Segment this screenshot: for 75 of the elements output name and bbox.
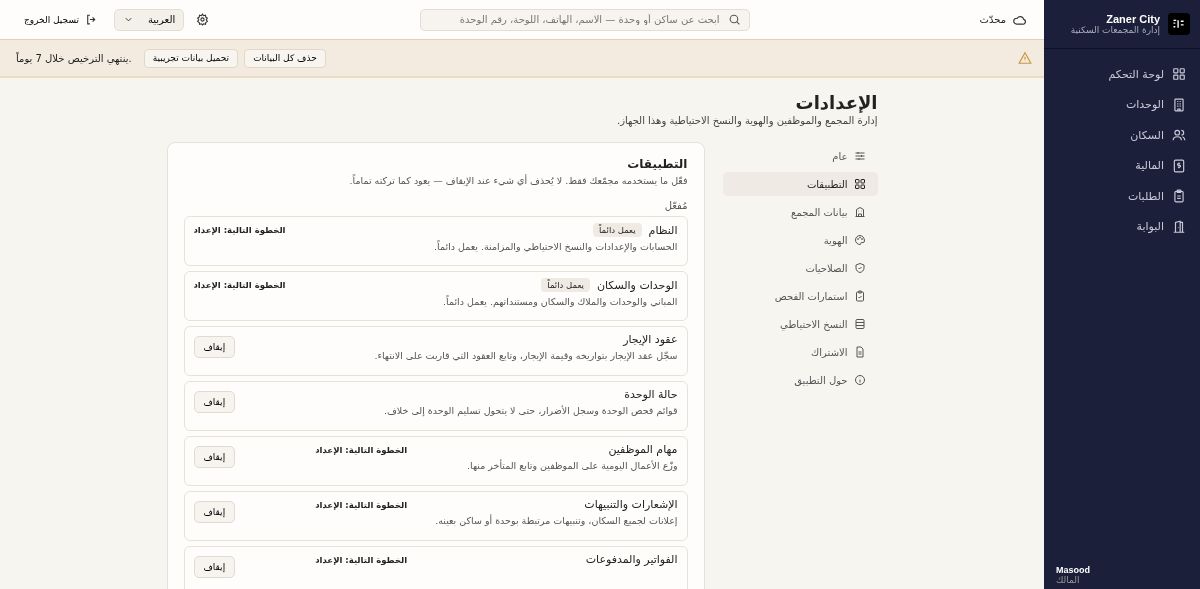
- brand-name: Zaner City: [1106, 13, 1160, 25]
- settings-nav-item[interactable]: عام: [722, 144, 878, 168]
- settings-nav-item[interactable]: النسخ الاحتياطي: [722, 312, 878, 336]
- sidebar-item[interactable]: السكان: [1044, 120, 1200, 151]
- next-step-label: الخطوة التالية: الإعداد: [193, 280, 286, 290]
- app-name: الوحدات والسكان: [596, 278, 678, 292]
- app-name: النظام: [648, 223, 678, 237]
- users-icon: [1172, 128, 1186, 143]
- section-label: مُفعّل: [663, 200, 688, 211]
- grid-icon: [853, 178, 866, 190]
- info-icon: [853, 374, 866, 386]
- next-step-label: الخطوة التالية: الإعداد: [193, 225, 286, 235]
- banner-button[interactable]: تحميل بيانات تجريبية: [143, 48, 239, 68]
- sync-status: محدّث: [979, 14, 1006, 25]
- app-name: عقود الإيجار: [623, 333, 678, 346]
- app-name: حالة الوحدة: [624, 388, 678, 401]
- clipboard-icon: [853, 290, 866, 302]
- settings-icon: [196, 13, 210, 26]
- page-title: الإعدادات: [794, 92, 878, 113]
- app-name: الفواتير والمدفوعات: [585, 553, 678, 566]
- sliders-icon: [853, 150, 866, 162]
- panel-description: فعّل ما يستخدمه مجمّعك فقط. لا يُحذف أي شيء عند الإيقاف — يعود كما تركته تماماً.: [348, 175, 688, 186]
- sidebar-item[interactable]: لوحة التحكم: [1044, 59, 1200, 90]
- always-on-badge: يعمل دائماً: [593, 223, 642, 237]
- brand-subtitle: إدارة المجمعات السكنية: [1070, 25, 1160, 35]
- logout-icon: [84, 13, 98, 26]
- file-icon: [853, 346, 866, 358]
- settings-nav-item[interactable]: حول التطبيق: [722, 368, 878, 392]
- logo-icon: [1168, 13, 1190, 35]
- building-icon: [853, 206, 866, 218]
- clipboard-icon: [1172, 189, 1186, 204]
- app-description: إعلانات لجميع السكان، وتنبيهات مرتبطة بوحدة أو ساكن بعينه.: [434, 515, 678, 526]
- user-name: Masood: [1056, 565, 1090, 575]
- logout-button[interactable]: تسجيل الخروج: [18, 12, 104, 27]
- sidebar-item[interactable]: البوابة: [1044, 211, 1200, 242]
- user-role: المالك: [1056, 575, 1080, 585]
- disable-button[interactable]: إيقاف: [193, 391, 236, 413]
- app-description: الحسابات والإعدادات والنسخ الاحتياطي والمزامنة. يعمل دائماً.: [433, 241, 678, 252]
- search-icon: [727, 13, 741, 26]
- settings-nav-item[interactable]: الصلاحيات: [722, 256, 878, 280]
- panel-title: التطبيقات: [626, 157, 688, 171]
- palette-icon: [853, 234, 866, 246]
- settings-nav-item[interactable]: استمارات الفحص: [722, 284, 878, 308]
- app-description: قوائم فحص الوحدة وسجل الأضرار، حتى لا يتحول تسليم الوحدة إلى خلاف.: [382, 405, 678, 416]
- disable-button[interactable]: إيقاف: [193, 446, 236, 468]
- app-name: مهام الموظفين: [608, 443, 678, 456]
- always-on-badge: يعمل دائماً: [541, 278, 590, 292]
- next-step-label: الخطوة التالية: الإعداد: [315, 555, 408, 565]
- license-message: ينتهي الترخيص خلال 7 يوماً.: [16, 52, 132, 64]
- banner-button[interactable]: حذف كل البيانات: [244, 48, 326, 68]
- settings-nav-item[interactable]: التطبيقات: [722, 172, 878, 196]
- app-name: الإشعارات والتنبيهات: [584, 498, 678, 511]
- database-icon: [853, 318, 866, 330]
- next-step-label: الخطوة التالية: الإعداد: [315, 500, 408, 510]
- language-select[interactable]: العربية: [113, 8, 185, 31]
- sidebar-item[interactable]: الوحدات: [1044, 89, 1200, 120]
- settings-nav-item[interactable]: الهوية: [722, 228, 878, 252]
- app-description: المباني والوحدات والملاك والسكان ومستنداتهم. يعمل دائماً.: [442, 296, 678, 307]
- page-subtitle: إدارة المجمع والموظفين والهوية والنسخ الاحتياطية وهذا الجهاز.: [615, 115, 878, 126]
- app-description: سجّل عقد الإيجار بتواريخه وقيمة الإيجار، وتابع العقود التي قاربت على الانتهاء.: [373, 350, 678, 361]
- settings-nav-item[interactable]: الاشتراك: [722, 340, 878, 364]
- next-step-label: الخطوة التالية: الإعداد: [315, 445, 408, 455]
- disable-button[interactable]: إيقاف: [193, 501, 236, 523]
- grid-icon: [1172, 67, 1186, 82]
- disable-button[interactable]: إيقاف: [193, 556, 236, 578]
- shield-icon: [853, 262, 866, 274]
- sidebar-item[interactable]: المالية: [1044, 150, 1200, 181]
- settings-nav-item[interactable]: بيانات المجمع: [722, 200, 878, 224]
- warning-icon: [1018, 51, 1032, 65]
- building-icon: [1172, 97, 1186, 112]
- app-description: وزّع الأعمال اليومية على الموظفين وتابع المتأخر منها.: [466, 460, 678, 471]
- disable-button[interactable]: إيقاف: [193, 336, 236, 358]
- sidebar-item[interactable]: الطلبات: [1044, 181, 1200, 212]
- door-icon: [1172, 219, 1186, 234]
- money-icon: [1172, 158, 1186, 173]
